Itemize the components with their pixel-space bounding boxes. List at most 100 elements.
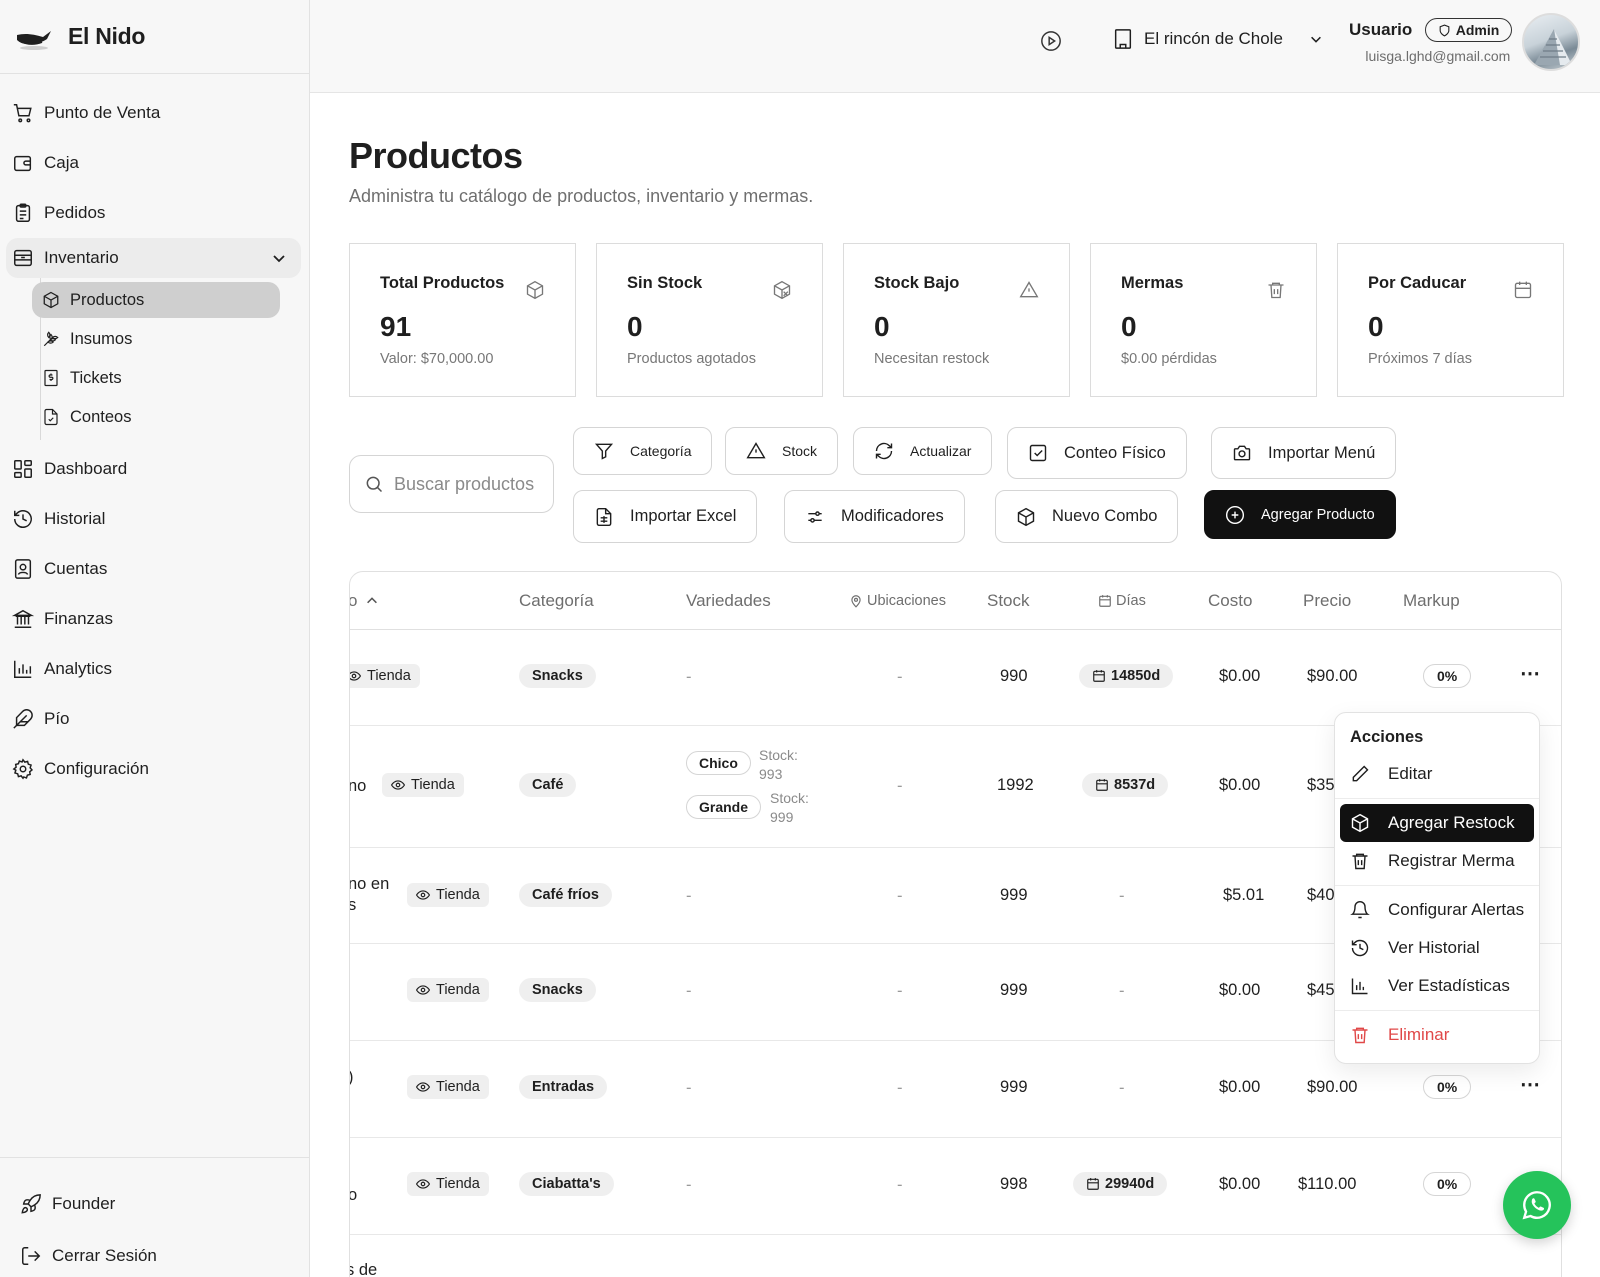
modificadores-button[interactable]: Modificadores <box>784 490 965 543</box>
sidebar-item-caja[interactable]: Caja <box>0 138 309 188</box>
play-circle-icon[interactable] <box>1040 30 1062 52</box>
spreadsheet-icon <box>596 507 612 526</box>
menu-item-editar[interactable]: Editar <box>1340 755 1534 793</box>
sidebar-item-label: Cuentas <box>44 559 108 578</box>
variant-stock-value: 999 <box>770 809 794 825</box>
menu-item-label: Ver Estadísticas <box>1388 976 1510 995</box>
agregar-producto-button[interactable]: Agregar Producto <box>1204 490 1396 539</box>
avatar[interactable] <box>1522 13 1580 71</box>
filter-icon <box>594 443 614 460</box>
sidebar-item-insumos[interactable]: Insumos <box>32 321 280 357</box>
menu-item-agregar-restock[interactable]: Agregar Restock <box>1340 804 1534 842</box>
th-categoria[interactable]: Categoría <box>519 591 594 611</box>
whatsapp-button[interactable] <box>1503 1171 1571 1239</box>
th-ubicaciones[interactable]: Ubicaciones <box>849 593 946 609</box>
eye-icon <box>350 671 361 681</box>
sidebar-item-label: Punto de Venta <box>44 103 161 122</box>
inventario-subnav: Productos Insumos Tickets Conteos <box>20 278 309 444</box>
button-label: Importar Menú <box>1268 443 1376 462</box>
sidebar-item-inventario[interactable]: Inventario <box>6 238 301 278</box>
sidebar-item-pio[interactable]: Pío <box>0 694 309 744</box>
sidebar-item-founder[interactable]: Founder <box>0 1178 309 1230</box>
sidebar-item-configuracion[interactable]: Configuración <box>0 744 309 794</box>
table-row[interactable]: o Tienda Ciabatta's - - 998 29940d $0.00… <box>350 1138 1561 1235</box>
menu-item-ver-historial[interactable]: Ver Historial <box>1340 929 1534 967</box>
sidebar-item-dashboard[interactable]: Dashboard <box>0 444 309 494</box>
calendar-icon <box>1093 670 1105 682</box>
menu-item-registrar-merma[interactable]: Registrar Merma <box>1340 842 1534 880</box>
th-precio[interactable]: Precio <box>1303 591 1351 611</box>
days-value: 14850d <box>1111 668 1161 684</box>
categoria-filter-button[interactable]: Categoría <box>573 427 713 475</box>
sidebar-item-productos[interactable]: Productos <box>32 282 280 318</box>
markup-badge: 0% <box>1423 664 1472 688</box>
sidebar-item-tickets[interactable]: Tickets <box>32 360 280 396</box>
importar-excel-button[interactable]: Importar Excel <box>573 490 758 543</box>
product-name: ) <box>350 1068 354 1087</box>
user-email: luisga.lghd@gmail.com <box>1365 48 1511 64</box>
warning-icon <box>1019 281 1039 298</box>
stat-title: Total Productos <box>380 274 505 292</box>
button-label: Modificadores <box>841 507 944 525</box>
days-value: 8537d <box>1114 777 1156 793</box>
rocket-icon <box>21 1194 41 1214</box>
cart-icon <box>13 104 32 123</box>
stat-value: 91 <box>380 311 412 342</box>
button-label: Importar Excel <box>630 507 737 525</box>
stat-sub: Productos agotados <box>627 351 756 367</box>
bell-icon <box>1350 901 1370 919</box>
row-actions-button[interactable]: ⋯ <box>1520 661 1541 686</box>
search-input[interactable] <box>394 473 534 495</box>
menu-item-configurar-alertas[interactable]: Configurar Alertas <box>1340 891 1534 929</box>
gear-icon <box>12 758 34 780</box>
sidebar-item-historial[interactable]: Historial <box>0 494 309 544</box>
nuevo-combo-button[interactable]: Nuevo Combo <box>995 490 1179 543</box>
file-check-icon <box>44 408 58 426</box>
calendar-icon <box>1087 1178 1099 1190</box>
menu-item-eliminar[interactable]: Eliminar <box>1340 1016 1534 1054</box>
row-actions-button[interactable]: ⋯ <box>1520 1072 1541 1097</box>
th-markup[interactable]: Markup <box>1403 591 1460 611</box>
logout-button[interactable]: Cerrar Sesión <box>0 1230 309 1277</box>
sidebar-item-punto-de-venta[interactable]: Punto de Venta <box>0 88 309 138</box>
user-info[interactable]: Usuario Admin luisga.lghd@gmail.com <box>1349 18 1513 64</box>
sidebar-item-pedidos[interactable]: Pedidos <box>0 188 309 238</box>
stock-filter-button[interactable]: Stock <box>725 427 839 475</box>
th-dias[interactable]: Días <box>1098 593 1146 609</box>
sidebar-item-conteos[interactable]: Conteos <box>32 399 280 435</box>
category-pill: Ciabatta's <box>519 1172 614 1196</box>
menu-item-ver-estadisticas[interactable]: Ver Estadísticas <box>1340 967 1534 1005</box>
eye-icon <box>416 1082 430 1092</box>
sidebar-item-label: Inventario <box>44 248 119 267</box>
map-pin-icon <box>851 595 861 608</box>
brand[interactable]: El Nido <box>0 0 309 74</box>
feather-icon <box>13 709 33 729</box>
th-variedades[interactable]: Variedades <box>686 591 771 611</box>
conteo-fisico-button[interactable]: Conteo Físico <box>1007 427 1187 479</box>
th-producto[interactable]: o <box>350 591 383 611</box>
sidebar-item-finanzas[interactable]: Finanzas <box>0 594 309 644</box>
precio-cell: $110.00 <box>1298 1175 1357 1193</box>
variedades-cell: - <box>686 668 692 686</box>
store-selector[interactable]: El rincón de Chole <box>1112 28 1323 50</box>
stat-title: Por Caducar <box>1368 274 1467 292</box>
stock-cell: 999 <box>1000 1078 1028 1096</box>
actualizar-button[interactable]: Actualizar <box>853 427 993 475</box>
archive-icon <box>14 249 32 267</box>
table-row[interactable]: s de <box>350 1235 1561 1277</box>
sidebar-item-analytics[interactable]: Analytics <box>0 644 309 694</box>
main-content: Productos Administra tu catálogo de prod… <box>310 93 1600 1277</box>
importar-menu-button[interactable]: Importar Menú <box>1211 427 1397 479</box>
days-pill: 29940d <box>1073 1172 1168 1196</box>
ubicaciones-cell: - <box>897 668 903 686</box>
visibility-label: Tienda <box>436 982 480 998</box>
top-header: El rincón de Chole Usuario Admin luisga.… <box>310 0 1600 93</box>
search-box[interactable] <box>349 455 554 513</box>
th-stock[interactable]: Stock <box>987 591 1030 611</box>
stock-cell: 1992 <box>997 776 1034 794</box>
th-costo[interactable]: Costo <box>1208 591 1252 611</box>
menu-divider <box>1335 798 1539 799</box>
stock-cell: 999 <box>1000 886 1028 904</box>
sidebar-item-cuentas[interactable]: Cuentas <box>0 544 309 594</box>
warning-icon <box>746 442 766 459</box>
